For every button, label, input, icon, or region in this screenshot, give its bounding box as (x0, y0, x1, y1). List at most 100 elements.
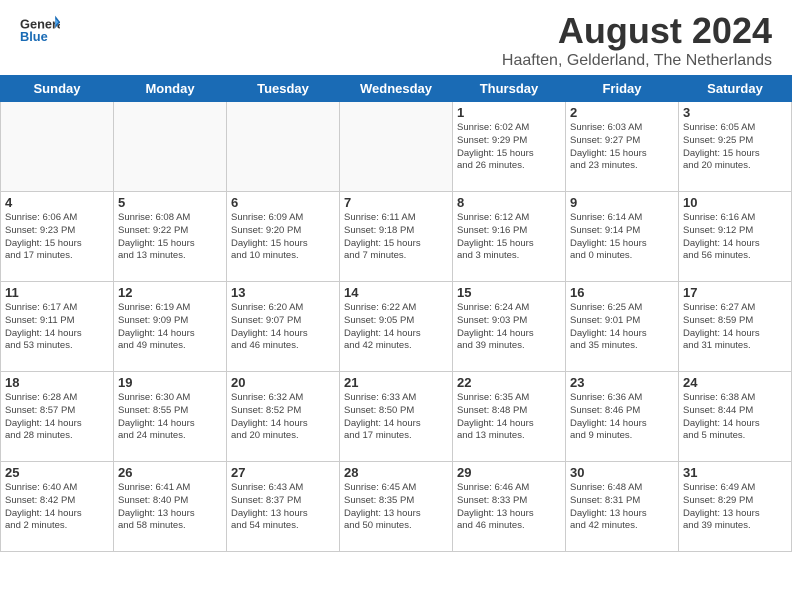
day-info: Sunrise: 6:25 AM Sunset: 9:01 PM Dayligh… (570, 302, 674, 353)
calendar-day-cell: 19 Sunrise: 6:30 AM Sunset: 8:55 PM Dayli… (114, 372, 227, 462)
calendar-day-cell: 5Sunrise: 6:08 AM Sunset: 9:22 PM Daylig… (114, 192, 227, 282)
day-number: 6 (231, 195, 335, 210)
calendar-day-cell: 12 Sunrise: 6:19 AM Sunset: 9:09 PM Dayli… (114, 282, 227, 372)
day-number: 25 (5, 465, 109, 480)
day-number: 16 (570, 285, 674, 300)
day-of-week-header: Monday (114, 76, 227, 102)
day-number: 20 (231, 375, 335, 390)
day-number: 27 (231, 465, 335, 480)
calendar-body: 1Sunrise: 6:02 AM Sunset: 9:29 PM Daylig… (1, 102, 792, 552)
day-info: Sunrise: 6:43 AM Sunset: 8:37 PM Dayligh… (231, 482, 335, 533)
day-info: Sunrise: 6:35 AM Sunset: 8:48 PM Dayligh… (457, 392, 561, 443)
day-of-week-header: Saturday (679, 76, 792, 102)
calendar-day-cell: 16 Sunrise: 6:25 AM Sunset: 9:01 PM Dayli… (566, 282, 679, 372)
location-subtitle: Haaften, Gelderland, The Netherlands (502, 52, 772, 70)
day-info: Sunrise: 6:38 AM Sunset: 8:44 PM Dayligh… (683, 392, 787, 443)
day-number: 31 (683, 465, 787, 480)
calendar-day-cell: 1Sunrise: 6:02 AM Sunset: 9:29 PM Daylig… (453, 102, 566, 192)
day-of-week-header: Thursday (453, 76, 566, 102)
day-of-week-header: Wednesday (340, 76, 453, 102)
calendar-day-cell: 29 Sunrise: 6:46 AM Sunset: 8:33 PM Dayli… (453, 462, 566, 552)
calendar-day-cell: 27 Sunrise: 6:43 AM Sunset: 8:37 PM Dayli… (227, 462, 340, 552)
day-number: 17 (683, 285, 787, 300)
calendar-day-cell (227, 102, 340, 192)
calendar-day-cell: 30Sunrise: 6:48 AM Sunset: 8:31 PM Dayli… (566, 462, 679, 552)
day-info: Sunrise: 6:24 AM Sunset: 9:03 PM Dayligh… (457, 302, 561, 353)
day-info: Sunrise: 6:27 AM Sunset: 8:59 PM Dayligh… (683, 302, 787, 353)
day-number: 14 (344, 285, 448, 300)
days-header-row: SundayMondayTuesdayWednesdayThursdayFrid… (1, 76, 792, 102)
day-number: 2 (570, 105, 674, 120)
calendar-day-cell: 14Sunrise: 6:22 AM Sunset: 9:05 PM Dayli… (340, 282, 453, 372)
day-number: 26 (118, 465, 222, 480)
day-number: 7 (344, 195, 448, 210)
day-info: Sunrise: 6:19 AM Sunset: 9:09 PM Dayligh… (118, 302, 222, 353)
day-info: Sunrise: 6:49 AM Sunset: 8:29 PM Dayligh… (683, 482, 787, 533)
calendar-day-cell: 23 Sunrise: 6:36 AM Sunset: 8:46 PM Dayli… (566, 372, 679, 462)
day-number: 11 (5, 285, 109, 300)
day-info: Sunrise: 6:20 AM Sunset: 9:07 PM Dayligh… (231, 302, 335, 353)
calendar-day-cell: 2Sunrise: 6:03 AM Sunset: 9:27 PM Daylig… (566, 102, 679, 192)
logo-icon: General Blue (20, 10, 60, 50)
calendar-day-cell: 8 Sunrise: 6:12 AM Sunset: 9:16 PM Daylig… (453, 192, 566, 282)
day-number: 19 (118, 375, 222, 390)
day-info: Sunrise: 6:28 AM Sunset: 8:57 PM Dayligh… (5, 392, 109, 443)
day-number: 3 (683, 105, 787, 120)
day-of-week-header: Sunday (1, 76, 114, 102)
logo: General Blue (20, 10, 60, 50)
calendar-week-row: 11Sunrise: 6:17 AM Sunset: 9:11 PM Dayli… (1, 282, 792, 372)
calendar-day-cell: 20 Sunrise: 6:32 AM Sunset: 8:52 PM Dayli… (227, 372, 340, 462)
calendar-day-cell: 10 Sunrise: 6:16 AM Sunset: 9:12 PM Dayli… (679, 192, 792, 282)
calendar-week-row: 25 Sunrise: 6:40 AM Sunset: 8:42 PM Dayli… (1, 462, 792, 552)
day-info: Sunrise: 6:36 AM Sunset: 8:46 PM Dayligh… (570, 392, 674, 443)
day-number: 29 (457, 465, 561, 480)
calendar-day-cell: 7 Sunrise: 6:11 AM Sunset: 9:18 PM Daylig… (340, 192, 453, 282)
day-info: Sunrise: 6:41 AM Sunset: 8:40 PM Dayligh… (118, 482, 222, 533)
day-info: Sunrise: 6:02 AM Sunset: 9:29 PM Dayligh… (457, 122, 561, 173)
day-info: Sunrise: 6:40 AM Sunset: 8:42 PM Dayligh… (5, 482, 109, 533)
calendar-day-cell: 15 Sunrise: 6:24 AM Sunset: 9:03 PM Dayli… (453, 282, 566, 372)
calendar-day-cell (114, 102, 227, 192)
day-of-week-header: Friday (566, 76, 679, 102)
calendar-day-cell: 25 Sunrise: 6:40 AM Sunset: 8:42 PM Dayli… (1, 462, 114, 552)
month-year-title: August 2024 (502, 10, 772, 52)
day-info: Sunrise: 6:32 AM Sunset: 8:52 PM Dayligh… (231, 392, 335, 443)
day-number: 12 (118, 285, 222, 300)
calendar-day-cell: 17 Sunrise: 6:27 AM Sunset: 8:59 PM Dayli… (679, 282, 792, 372)
day-info: Sunrise: 6:30 AM Sunset: 8:55 PM Dayligh… (118, 392, 222, 443)
day-number: 21 (344, 375, 448, 390)
calendar-day-cell: 26 Sunrise: 6:41 AM Sunset: 8:40 PM Dayli… (114, 462, 227, 552)
day-info: Sunrise: 6:16 AM Sunset: 9:12 PM Dayligh… (683, 212, 787, 263)
calendar-day-cell: 28Sunrise: 6:45 AM Sunset: 8:35 PM Dayli… (340, 462, 453, 552)
day-info: Sunrise: 6:08 AM Sunset: 9:22 PM Dayligh… (118, 212, 222, 263)
day-info: Sunrise: 6:45 AM Sunset: 8:35 PM Dayligh… (344, 482, 448, 533)
calendar-day-cell: 21 Sunrise: 6:33 AM Sunset: 8:50 PM Dayli… (340, 372, 453, 462)
calendar-week-row: 4Sunrise: 6:06 AM Sunset: 9:23 PM Daylig… (1, 192, 792, 282)
calendar-day-cell: 13 Sunrise: 6:20 AM Sunset: 9:07 PM Dayli… (227, 282, 340, 372)
calendar-week-row: 1Sunrise: 6:02 AM Sunset: 9:29 PM Daylig… (1, 102, 792, 192)
day-of-week-header: Tuesday (227, 76, 340, 102)
calendar-day-cell: 6Sunrise: 6:09 AM Sunset: 9:20 PM Daylig… (227, 192, 340, 282)
day-info: Sunrise: 6:06 AM Sunset: 9:23 PM Dayligh… (5, 212, 109, 263)
day-number: 8 (457, 195, 561, 210)
day-number: 23 (570, 375, 674, 390)
calendar-day-cell (340, 102, 453, 192)
day-number: 15 (457, 285, 561, 300)
calendar-day-cell: 11Sunrise: 6:17 AM Sunset: 9:11 PM Dayli… (1, 282, 114, 372)
calendar-day-cell: 4Sunrise: 6:06 AM Sunset: 9:23 PM Daylig… (1, 192, 114, 282)
day-info: Sunrise: 6:11 AM Sunset: 9:18 PM Dayligh… (344, 212, 448, 263)
day-number: 13 (231, 285, 335, 300)
calendar-week-row: 18Sunrise: 6:28 AM Sunset: 8:57 PM Dayli… (1, 372, 792, 462)
day-number: 24 (683, 375, 787, 390)
day-number: 30 (570, 465, 674, 480)
title-section: August 2024 Haaften, Gelderland, The Net… (502, 10, 772, 70)
day-info: Sunrise: 6:12 AM Sunset: 9:16 PM Dayligh… (457, 212, 561, 263)
day-info: Sunrise: 6:14 AM Sunset: 9:14 PM Dayligh… (570, 212, 674, 263)
day-number: 10 (683, 195, 787, 210)
calendar-day-cell: 31 Sunrise: 6:49 AM Sunset: 8:29 PM Dayli… (679, 462, 792, 552)
calendar-day-cell: 24 Sunrise: 6:38 AM Sunset: 8:44 PM Dayli… (679, 372, 792, 462)
calendar-day-cell: 22Sunrise: 6:35 AM Sunset: 8:48 PM Dayli… (453, 372, 566, 462)
day-number: 9 (570, 195, 674, 210)
day-info: Sunrise: 6:46 AM Sunset: 8:33 PM Dayligh… (457, 482, 561, 533)
day-info: Sunrise: 6:33 AM Sunset: 8:50 PM Dayligh… (344, 392, 448, 443)
